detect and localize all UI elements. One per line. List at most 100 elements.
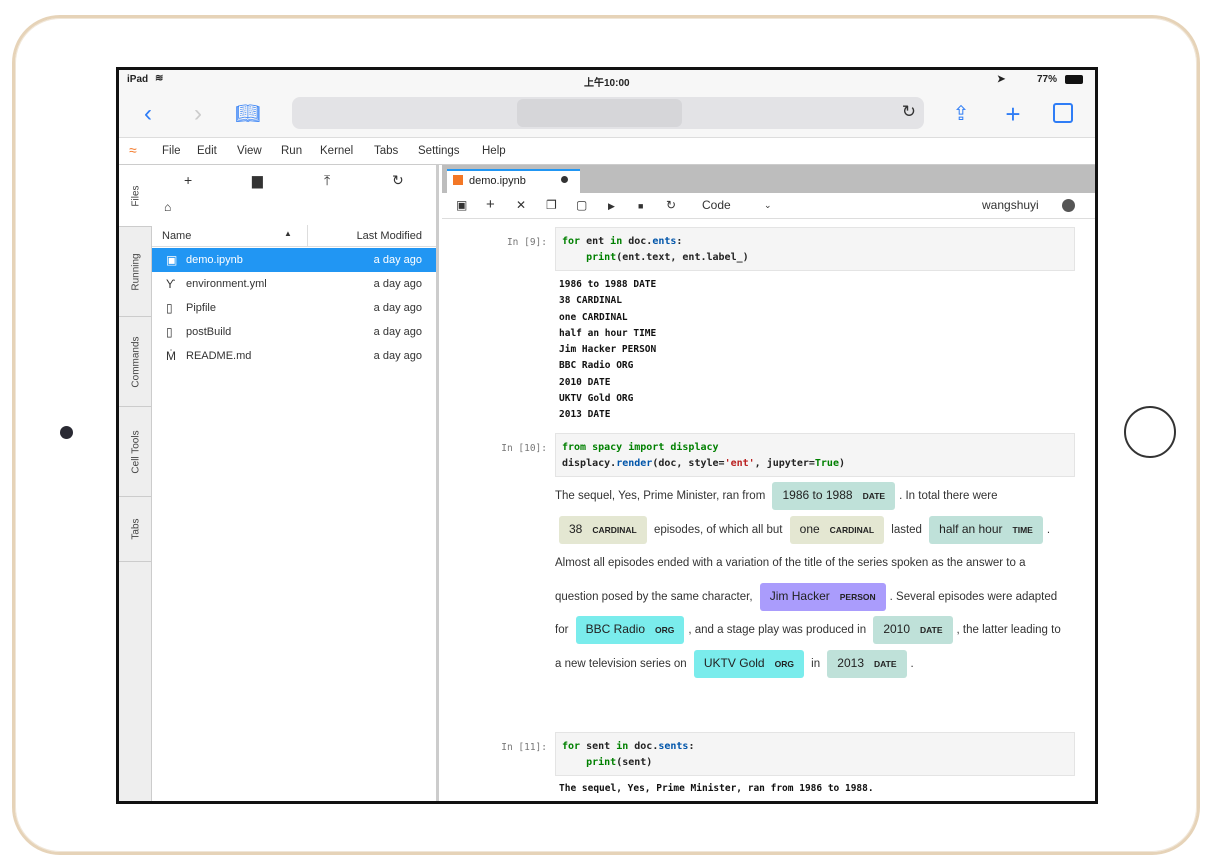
copy-icon[interactable]: ❐ (546, 198, 557, 212)
code-cell-input[interactable]: for sent in doc.sents: print(sent) (555, 732, 1075, 776)
plus-icon: + (1005, 99, 1021, 129)
upload-icon[interactable]: ⤒ (324, 172, 330, 189)
share-icon: ⇪ (952, 103, 970, 125)
insert-cell-icon[interactable]: + (486, 196, 495, 213)
unsaved-dot-icon[interactable] (561, 176, 568, 183)
entity-date: 2013 DATE (827, 649, 907, 678)
home-folder-icon[interactable]: ⌂ (164, 200, 171, 214)
entity-org: BBC Radio ORG (575, 616, 685, 644)
safari-toolbar: ‹ › 📖︎ ↻ ⇪ + (119, 90, 1095, 138)
entity-label: DATE (874, 658, 897, 669)
text-span: in (807, 657, 824, 670)
clock: 上午10:00 (584, 78, 630, 89)
entity-label: DATE (920, 625, 943, 635)
file-row[interactable]: ▯ postBuild a day ago (152, 320, 436, 344)
refresh-icon[interactable]: ↻ (392, 172, 404, 189)
new-tab-button[interactable]: + (998, 90, 1028, 138)
back-button[interactable]: ‹ (133, 90, 163, 138)
tab-tabs[interactable]: Tabs (119, 497, 152, 562)
cut-icon[interactable]: ✕ (516, 198, 526, 212)
tab-cell-tools[interactable]: Cell Tools (119, 407, 152, 497)
entity-text: BBC Radio (585, 622, 645, 636)
tab-commands[interactable]: Commands (119, 317, 152, 407)
file-row[interactable]: Ṁ README.md a day ago (152, 344, 436, 368)
yaml-icon: Ƴ (166, 277, 176, 291)
chevron-down-icon[interactable]: ⌄ (764, 200, 772, 211)
file-name: Pipfile (186, 302, 216, 314)
text-span: The sequel, Yes, Prime Minister, ran fro… (555, 490, 769, 502)
file-name: demo.ipynb (186, 254, 243, 266)
stop-icon[interactable]: ■ (638, 201, 643, 211)
left-sidebar-tabs: Files Running Commands Cell Tools Tabs (119, 165, 153, 801)
tab-demo-notebook[interactable]: demo.ipynb (447, 169, 580, 193)
file-name: environment.yml (186, 278, 267, 290)
file-name: postBuild (186, 326, 232, 338)
username: wangshuyi (982, 198, 1039, 212)
menu-settings[interactable]: Settings (418, 145, 460, 157)
entity-label: ORG (774, 658, 794, 669)
entity-cardinal: one CARDINAL (789, 515, 885, 544)
file-modified: a day ago (373, 350, 422, 362)
new-folder-icon[interactable]: ▆ (252, 172, 263, 189)
menu-view[interactable]: View (237, 145, 262, 157)
column-name[interactable]: Name (162, 230, 191, 242)
file-icon: ▯ (166, 301, 173, 315)
entity-time: half an hour TIME (929, 515, 1043, 544)
code-cell-input[interactable]: for ent in doc.ents: print(ent.text, ent… (555, 227, 1075, 271)
new-launcher-button[interactable]: + (184, 172, 192, 188)
text-span: episodes, of which all but (650, 523, 786, 536)
cell-output: The sequel, Yes, Prime Minister, ran fro… (559, 783, 874, 794)
menu-tabs[interactable]: Tabs (374, 145, 398, 157)
status-bar: iPad ≋ 上午10:00 ➤ 77% (119, 70, 1095, 90)
file-row[interactable]: ▯ Pipfile a day ago (152, 296, 436, 320)
tabs-icon[interactable] (1053, 103, 1073, 123)
run-icon[interactable]: ▶ (608, 201, 615, 212)
reload-icon[interactable]: ↻ (902, 102, 916, 122)
restart-icon[interactable]: ↻ (666, 198, 676, 212)
tab-files[interactable]: Files (119, 165, 153, 227)
entity-org: UKTV Gold ORG (693, 649, 804, 678)
tab-bar: demo.ipynb (442, 165, 1095, 193)
menu-kernel[interactable]: Kernel (320, 145, 353, 157)
notebook-icon: ▣ (166, 253, 178, 267)
cell-type-select[interactable]: Code (702, 198, 731, 212)
file-row[interactable]: ▣ demo.ipynb a day ago (152, 248, 436, 272)
text-span: , and a stage play was produced in (688, 624, 870, 636)
file-modified: a day ago (373, 254, 422, 266)
cell-prompt: In [10]: (501, 443, 547, 454)
device-name: iPad (127, 74, 149, 85)
url-text-blurred (517, 99, 682, 127)
entity-label: CARDINAL (829, 524, 875, 535)
sort-asc-icon: ▲ (284, 229, 292, 238)
file-row[interactable]: Ƴenvironment.yml a day ago (152, 272, 436, 296)
entity-text: UKTV Gold (703, 655, 765, 670)
entity-cardinal: 38 CARDINAL (559, 515, 647, 544)
column-last-modified[interactable]: Last Modified (357, 230, 422, 242)
address-bar[interactable]: ↻ (292, 97, 924, 129)
file-icon: ▯ (166, 325, 173, 339)
file-modified: a day ago (373, 326, 422, 338)
menu-run[interactable]: Run (281, 145, 302, 157)
tab-running[interactable]: Running (119, 227, 152, 317)
screen: iPad ≋ 上午10:00 ➤ 77% ‹ › 📖︎ ↻ ⇪ + ≈ File… (116, 67, 1098, 804)
file-name: README.md (186, 350, 252, 362)
notebook-area: demo.ipynb ▣ + ✕ ❐ ▢ ▶ ■ ↻ Code ⌄ wangsh… (442, 165, 1095, 801)
entity-label: ORG (655, 625, 675, 635)
forward-button[interactable]: › (183, 90, 213, 138)
entity-person: Jim Hacker PERSON (759, 582, 886, 611)
menu-edit[interactable]: Edit (197, 145, 217, 157)
cell-prompt: In [9]: (506, 237, 547, 248)
menu-file[interactable]: File (162, 145, 181, 157)
cell-prompt: In [11]: (501, 742, 547, 753)
bookmarks-button[interactable]: 📖︎ (233, 90, 263, 138)
paste-icon[interactable]: ▢ (576, 198, 587, 212)
entity-text: 2010 (883, 622, 911, 636)
code-cell-input[interactable]: from spacy import displacy displacy.rend… (555, 433, 1075, 477)
save-icon[interactable]: ▣ (456, 198, 467, 212)
share-button[interactable]: ⇪ (946, 90, 976, 138)
wifi-icon: ≋ (155, 73, 164, 84)
battery-percent: 77% (1037, 74, 1058, 85)
home-button[interactable] (1124, 406, 1176, 458)
text-span: lasted (888, 523, 926, 536)
menu-help[interactable]: Help (482, 145, 506, 157)
